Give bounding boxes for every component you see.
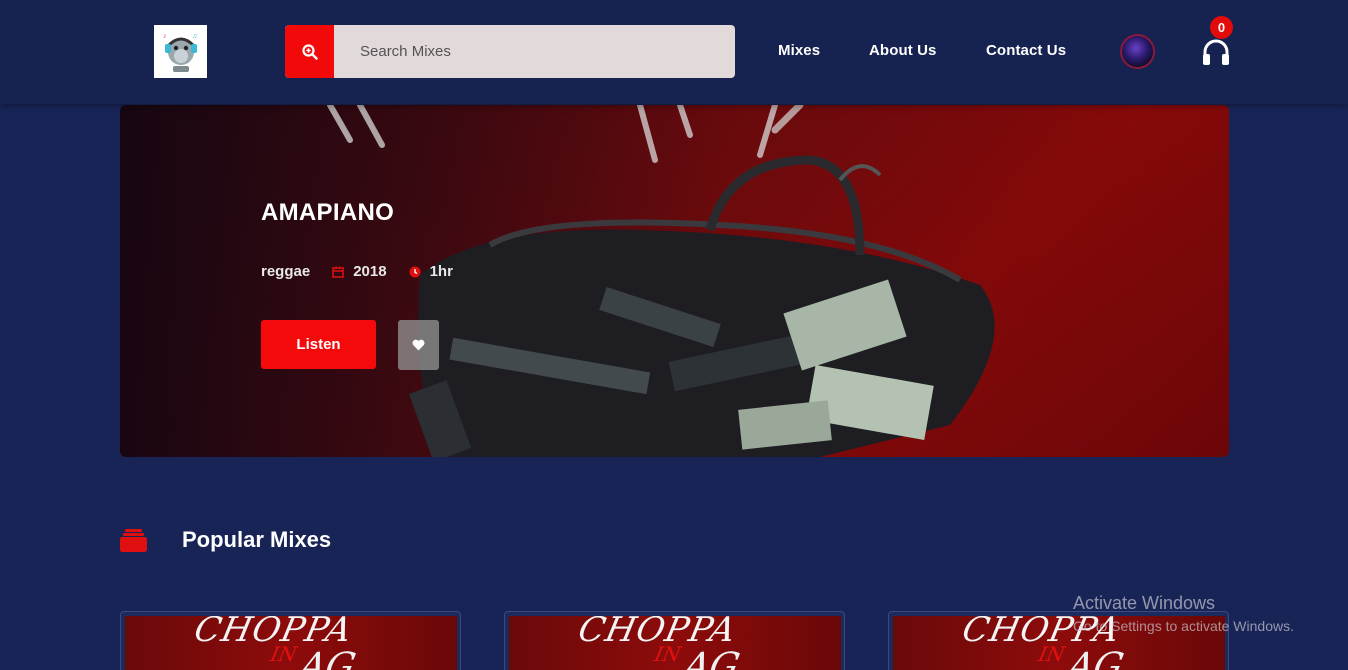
site-logo[interactable]: ♪ ♫ <box>154 25 207 78</box>
search-bar <box>285 25 735 78</box>
listen-button[interactable]: Listen <box>261 320 376 369</box>
section-title: Popular Mixes <box>182 527 332 552</box>
windows-activation-subtitle: Go to Settings to activate Windows. <box>1073 618 1294 634</box>
user-avatar[interactable] <box>1120 34 1155 69</box>
favorite-button[interactable] <box>398 320 439 370</box>
hero-banner: AMAPIANO reggae 2018 1hr Listen <box>120 105 1229 457</box>
nav-about-us[interactable]: About Us <box>869 42 936 59</box>
duration-meta: 1hr <box>409 263 453 280</box>
genre-meta: reggae <box>261 263 310 280</box>
card-art-sub: IN <box>268 642 299 666</box>
search-button[interactable] <box>285 25 334 78</box>
hero-meta: reggae 2018 1hr <box>261 263 475 280</box>
year-meta: 2018 <box>332 263 387 280</box>
hero-title: AMAPIANO <box>261 199 395 226</box>
mix-card[interactable]: CHOPPA IN AG <box>120 611 461 670</box>
popular-mixes-header: Popular Mixes <box>120 527 331 553</box>
search-zoom-icon <box>301 43 318 60</box>
duration-label: 1hr <box>429 263 453 280</box>
card-art-tail: AG <box>679 646 744 670</box>
card-art-tail: AG <box>295 646 360 670</box>
windows-activation-title: Activate Windows <box>1073 593 1216 613</box>
mix-card[interactable]: CHOPPA IN AG <box>504 611 845 670</box>
svg-text:♪: ♪ <box>163 33 167 40</box>
hippo-dj-logo-icon: ♪ ♫ <box>163 33 197 72</box>
card-art-sub: IN <box>1036 642 1067 666</box>
clock-icon <box>409 266 421 277</box>
site-header: ♪ ♫ Mixes About Us Contact Us 0 <box>0 0 1348 104</box>
search-input[interactable] <box>334 25 735 78</box>
mix-card-artwork: CHOPPA IN AG <box>125 616 457 670</box>
cart-count-badge: 0 <box>1210 16 1233 39</box>
svg-text:♫: ♫ <box>192 33 197 40</box>
calendar-icon <box>332 266 344 278</box>
card-art-sub: IN <box>652 642 683 666</box>
card-art-tail: AG <box>1063 646 1128 670</box>
headphones-icon[interactable] <box>1201 38 1231 66</box>
heart-icon <box>412 339 425 351</box>
nav-mixes[interactable]: Mixes <box>778 42 820 59</box>
genre-label: reggae <box>261 263 311 280</box>
stack-icon <box>120 529 147 552</box>
year-label: 2018 <box>353 263 387 280</box>
mix-card-artwork: CHOPPA IN AG <box>509 616 841 670</box>
hero-artwork <box>327 105 995 457</box>
nav-contact-us[interactable]: Contact Us <box>986 42 1066 59</box>
